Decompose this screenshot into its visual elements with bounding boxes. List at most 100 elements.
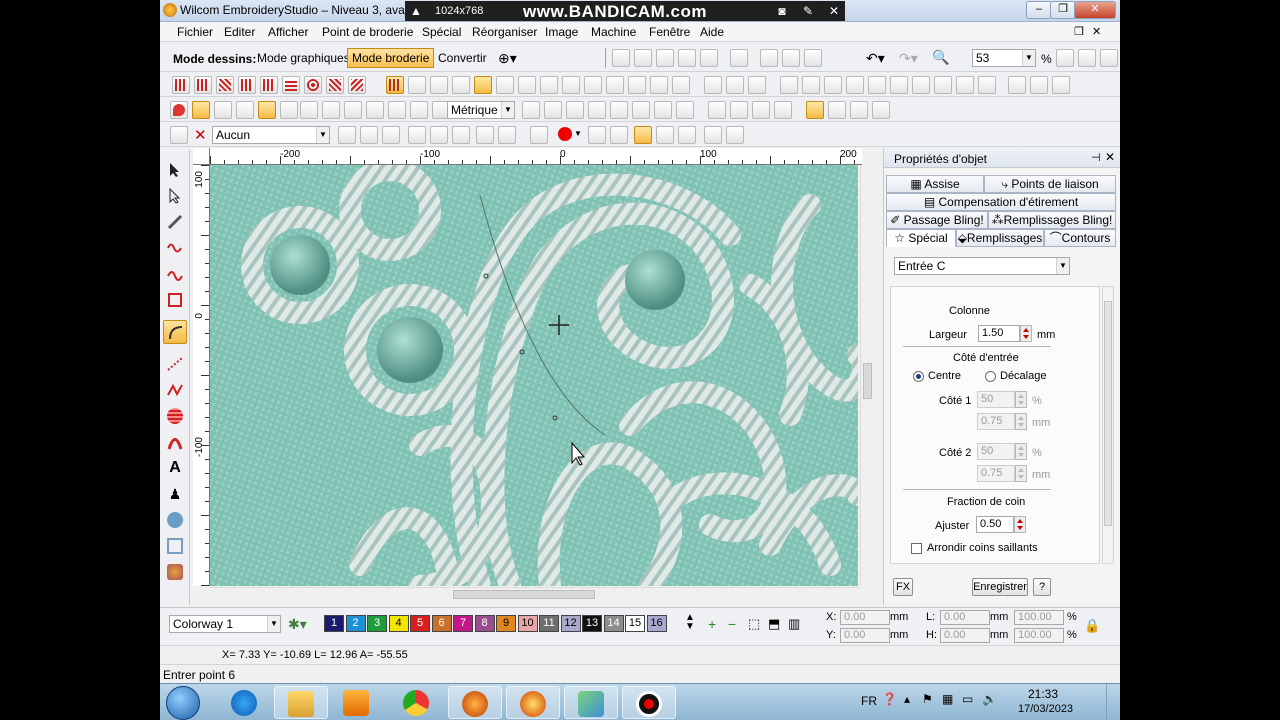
thread-swatch[interactable]: 1 — [324, 615, 344, 632]
backstitch-icon[interactable] — [518, 76, 536, 94]
help-tray-icon[interactable]: ❓ — [882, 692, 897, 706]
canvas-vertical-scrollbar[interactable] — [860, 165, 874, 586]
battery-icon[interactable]: ▭ — [962, 692, 973, 706]
align-bottom-icon[interactable] — [890, 76, 908, 94]
lace-icon[interactable] — [584, 76, 602, 94]
target-icon[interactable] — [476, 126, 494, 144]
menu-aide[interactable]: Aide — [700, 25, 724, 39]
side1-mm-spinner[interactable] — [1015, 413, 1027, 430]
pull-comp-icon[interactable] — [726, 126, 744, 144]
arch-tool-icon[interactable] — [163, 430, 187, 454]
globe-icon[interactable]: ⊕▾ — [498, 50, 517, 67]
chevron-down-icon[interactable]: ▼ — [574, 129, 582, 138]
pin-icon[interactable]: ▲ — [409, 4, 423, 18]
proportional-lock-icon[interactable]: 🔒 — [1084, 618, 1100, 634]
thread-swatch[interactable]: 3 — [367, 615, 387, 632]
horizontal-scroll-thumb[interactable] — [453, 590, 595, 599]
show-desktop-button[interactable] — [1106, 684, 1120, 720]
cutwork-icon[interactable] — [650, 76, 668, 94]
side2-mm-input[interactable]: 0.75 — [977, 465, 1015, 482]
color-select-icon[interactable]: ⬚ — [748, 616, 760, 632]
knife-icon[interactable] — [730, 101, 748, 119]
overview-icon[interactable] — [610, 101, 628, 119]
complex-fill-icon[interactable] — [452, 76, 470, 94]
thread-swatch[interactable]: 6 — [431, 615, 452, 632]
color-object-icon[interactable]: ⬒ — [768, 616, 780, 632]
menu-fenetre[interactable]: Fenêtre — [649, 25, 690, 39]
zoom-in-icon[interactable] — [1078, 49, 1096, 67]
chenille-icon[interactable] — [672, 76, 690, 94]
column-c-tool-icon[interactable] — [386, 76, 404, 94]
clock-time[interactable]: 21:33 — [1028, 687, 1058, 701]
trim-icon[interactable] — [1052, 76, 1070, 94]
taskbar-chrome[interactable] — [390, 686, 444, 719]
hoop-view-icon[interactable] — [850, 101, 868, 119]
panel-scroll-thumb[interactable] — [1104, 301, 1112, 526]
tab-passage-bling[interactable]: ✐ Passage Bling! — [886, 211, 988, 229]
color-film-icon[interactable] — [588, 101, 606, 119]
height-percent-field[interactable]: 100.00 — [1014, 628, 1064, 643]
save-file-icon[interactable] — [656, 49, 674, 67]
design-canvas[interactable] — [210, 165, 858, 586]
show-outlines-icon[interactable] — [214, 101, 232, 119]
flag-icon[interactable]: ⚑ — [922, 692, 933, 706]
stitch-angle-icon[interactable] — [656, 126, 674, 144]
fx-button[interactable]: FX — [893, 578, 913, 596]
colorway-combo[interactable]: Colorway 1 ▼ — [169, 615, 281, 633]
x-coord-field[interactable]: 0.00 — [840, 610, 890, 625]
side2-mm-spinner[interactable] — [1015, 465, 1027, 482]
thread-swatch[interactable]: 12 — [560, 615, 581, 632]
thread-swatch[interactable]: 9 — [496, 615, 516, 632]
print-preview-icon[interactable] — [700, 49, 718, 67]
zoom-fit-icon[interactable] — [1056, 49, 1074, 67]
mirror-icon[interactable] — [978, 76, 996, 94]
show-connectors-icon[interactable] — [388, 101, 406, 119]
trim-tool-icon[interactable] — [408, 126, 426, 144]
redo-icon[interactable]: ↷▾ — [899, 50, 918, 67]
weld-icon[interactable] — [1030, 76, 1048, 94]
taskbar-ie[interactable] — [218, 686, 272, 719]
thread-swatch[interactable]: 16 — [646, 615, 667, 632]
menu-editer[interactable]: Editer — [224, 25, 255, 39]
sequence-icon[interactable] — [566, 101, 584, 119]
cut-icon[interactable] — [760, 49, 778, 67]
send-to-machine-icon[interactable] — [730, 49, 748, 67]
3d-stitch-icon[interactable] — [606, 76, 624, 94]
shape-tool-icon[interactable] — [163, 288, 187, 312]
side1-percent-spinner[interactable] — [1015, 391, 1027, 408]
menu-afficher[interactable]: Afficher — [268, 25, 308, 39]
run-tool-icon[interactable] — [474, 76, 492, 94]
hand-tool-icon[interactable] — [806, 101, 824, 119]
length-percent-field[interactable]: 100.00 — [1014, 610, 1064, 625]
show-hoop-icon[interactable] — [322, 101, 340, 119]
vertical-scroll-thumb[interactable] — [863, 363, 872, 399]
pattern-fill-icon[interactable] — [304, 76, 322, 94]
taskbar-firefox[interactable] — [448, 686, 502, 719]
thread-swatch[interactable]: 13 — [582, 615, 602, 632]
zoom-out-icon[interactable] — [1100, 49, 1118, 67]
zoom-combo[interactable]: 53 ▼ — [972, 49, 1036, 67]
stitch-player-icon[interactable] — [654, 101, 672, 119]
tab-points-de-liaison[interactable]: ⤷ Points de liaison — [984, 175, 1116, 193]
thread-swatch[interactable]: 5 — [410, 615, 430, 632]
align-right-icon[interactable] — [824, 76, 842, 94]
blackwork-icon[interactable] — [562, 76, 580, 94]
tab-remplissages-bling[interactable]: ⁂Remplissages Bling! — [988, 211, 1116, 229]
swatch-scroll-icon[interactable]: ▲ ▼ — [685, 613, 695, 632]
motif-run-icon[interactable] — [163, 560, 187, 584]
remove-color-icon[interactable]: − — [728, 616, 736, 632]
show-functions-icon[interactable] — [410, 101, 428, 119]
start-button-icon[interactable] — [166, 686, 200, 720]
puff-effect-icon[interactable] — [634, 126, 652, 144]
tie-in-icon[interactable] — [430, 126, 448, 144]
offset-radio[interactable] — [985, 371, 996, 382]
fancy-fill-icon[interactable] — [282, 76, 300, 94]
program-split-icon[interactable] — [260, 76, 278, 94]
arrange-icon[interactable] — [1008, 76, 1026, 94]
auto-fabric-icon[interactable] — [338, 126, 356, 144]
side1-mm-input[interactable]: 0.75 — [977, 413, 1015, 430]
panel-scrollbar[interactable] — [1102, 286, 1114, 564]
show-vector-icon[interactable] — [366, 101, 384, 119]
print-icon[interactable] — [678, 49, 696, 67]
tab-special[interactable]: ☆ Spécial — [886, 229, 956, 247]
